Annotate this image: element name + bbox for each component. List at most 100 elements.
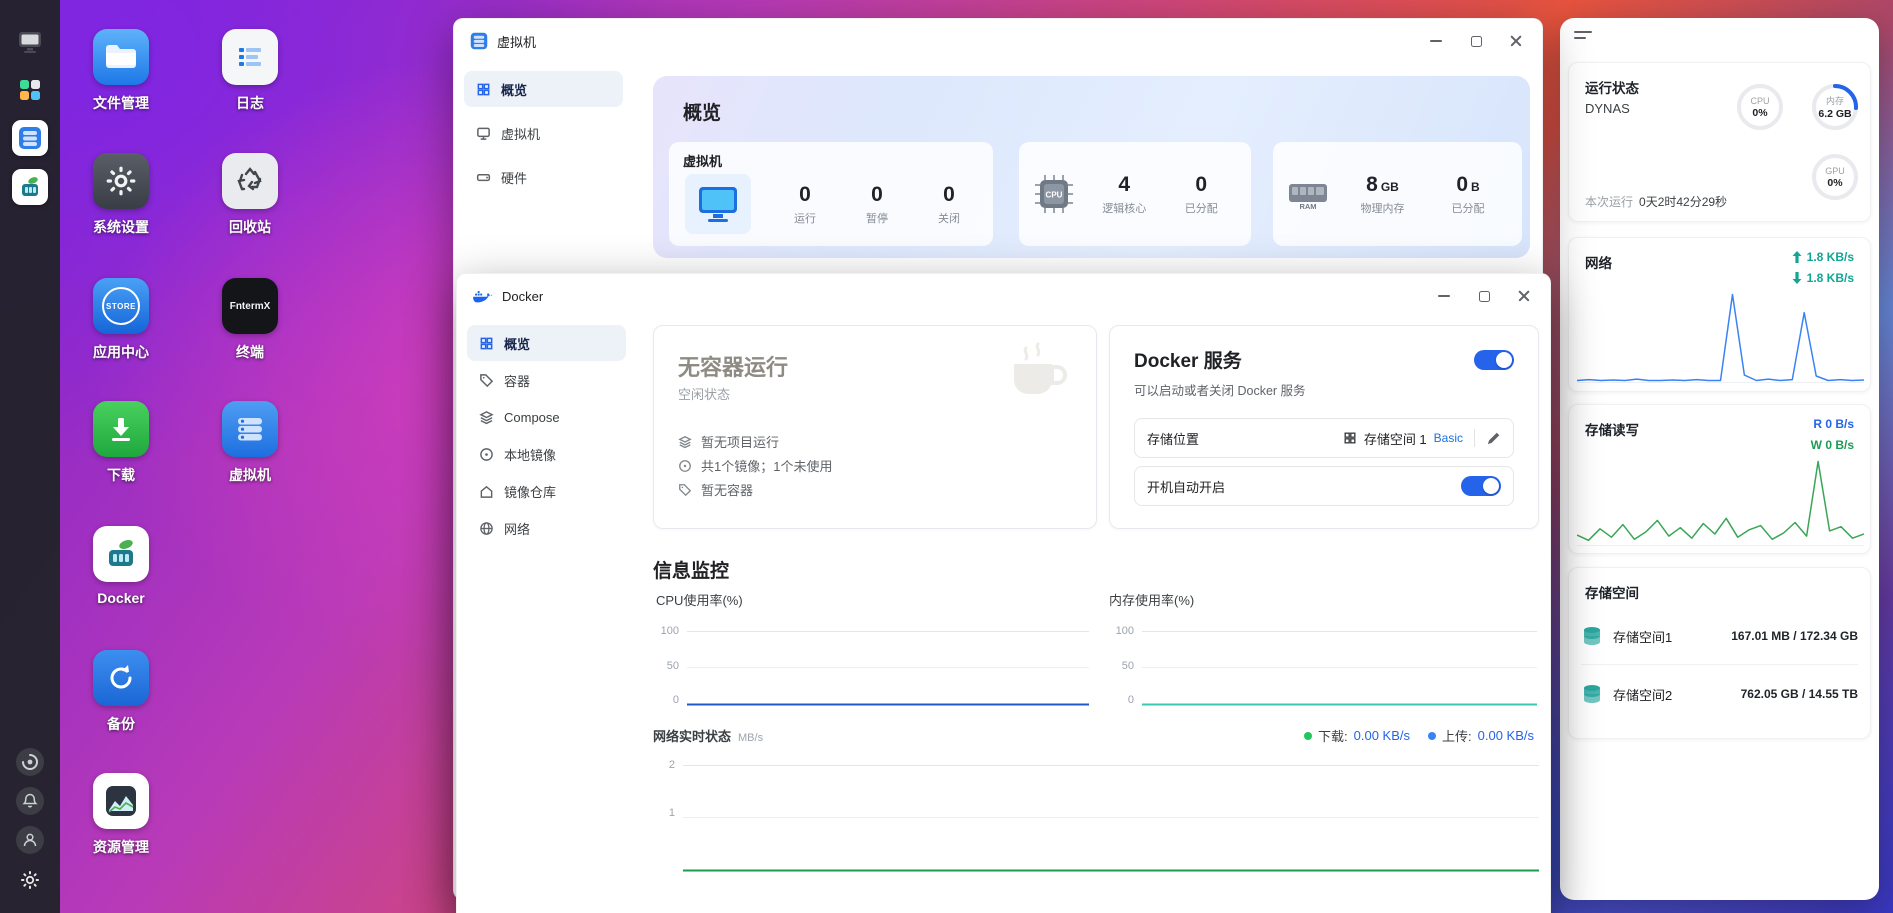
docker-maximize-button[interactable] — [1464, 280, 1504, 312]
panel-menu-icon[interactable] — [1574, 31, 1592, 39]
desktop-icon-terminal[interactable]: FntermX 终端 — [200, 278, 300, 362]
volume-row-1[interactable]: 存储空间1 167.01 MB / 172.34 GB — [1581, 610, 1858, 662]
desktop-icon-logs[interactable]: 日志 — [200, 29, 300, 113]
desktop-icon-backup[interactable]: 备份 — [71, 650, 171, 734]
vm-stat-running: 0 运行 — [794, 183, 816, 226]
mem-tick-100: 100 — [1106, 625, 1134, 637]
disc-icon — [678, 459, 692, 473]
tag-icon — [678, 483, 692, 497]
cpu-chart-title: CPU使用率(%) — [656, 590, 743, 609]
docker-sidebar-item-network[interactable]: 网络 — [467, 510, 626, 546]
uptime-label: 本次运行 — [1585, 193, 1633, 210]
docker-status-item-containers: 暂无容器 — [678, 480, 753, 499]
dock-settings-button[interactable] — [16, 866, 44, 894]
terminal-badge: FntermX — [230, 301, 271, 312]
icon-label: 资源管理 — [93, 837, 149, 857]
monitor-icon — [696, 184, 740, 224]
net-tick-2: 2 — [647, 759, 675, 771]
uptime-value: 0天2时42分29秒 — [1639, 193, 1727, 210]
vm-sidebar-item-vms[interactable]: 虚拟机 — [464, 115, 623, 151]
docker-sidebar-item-containers[interactable]: 容器 — [467, 362, 626, 398]
desktop-icon-recycle-bin[interactable]: 回收站 — [200, 153, 300, 237]
dock-notifications-button[interactable] — [16, 787, 44, 815]
storage-location-badge: Basic — [1434, 431, 1463, 445]
sidebar-label: 容器 — [504, 371, 530, 390]
cpu-stat-cores: 4 逻辑核心 — [1102, 173, 1146, 216]
dock-running-vm-app[interactable] — [12, 120, 48, 156]
gear-icon — [105, 165, 137, 197]
divider — [1474, 429, 1475, 447]
network-card: 网络 1.8 KB/s 1.8 KB/s — [1568, 237, 1871, 392]
docker-status-title: 无容器运行 — [678, 350, 788, 382]
icon-label: 应用中心 — [93, 342, 149, 362]
docker-close-button[interactable] — [1504, 280, 1544, 312]
network-sparkline — [1577, 293, 1864, 383]
autostart-label: 开机自动开启 — [1147, 477, 1225, 496]
docker-sidebar-item-overview[interactable]: 概览 — [467, 325, 626, 361]
vm-maximize-button[interactable] — [1456, 25, 1496, 57]
upload-legend-dot — [1428, 732, 1436, 740]
desktop-icon-file-manager[interactable]: 文件管理 — [71, 29, 171, 113]
docker-window-titlebar[interactable]: Docker — [457, 274, 1550, 318]
ram-chip-icon: RAM — [1287, 176, 1329, 212]
svg-text:RAM: RAM — [1299, 202, 1316, 211]
icon-label: 虚拟机 — [229, 465, 271, 485]
dock-user-button[interactable] — [16, 826, 44, 854]
vm-sidebar-item-hardware[interactable]: 硬件 — [464, 159, 623, 195]
gpu-gauge: GPU 0% — [1809, 151, 1861, 203]
sidebar-label: Compose — [504, 410, 560, 425]
desktop-icon-download[interactable]: 下载 — [71, 401, 171, 485]
dock-running-docker-app[interactable] — [12, 169, 48, 205]
docker-sidebar-item-images[interactable]: 本地镜像 — [467, 436, 626, 472]
volume-name: 存储空间1 — [1613, 627, 1672, 646]
disc-icon — [479, 447, 494, 462]
docker-service-card: Docker 服务 可以启动或者关闭 Docker 服务 存储位置 存储空间 1… — [1109, 325, 1539, 529]
layers-icon — [678, 435, 692, 449]
cpu-stats-card: CPU 4 逻辑核心 0 已分配 — [1019, 142, 1251, 246]
svg-text:CPU: CPU — [1046, 191, 1063, 200]
docker-service-title: Docker 服务 — [1134, 346, 1242, 373]
coffee-cup-icon — [1002, 340, 1074, 404]
docker-service-toggle[interactable] — [1474, 350, 1514, 370]
docker-status-item-projects: 暂无项目运行 — [678, 432, 779, 451]
vm-stats-card-title: 虚拟机 — [683, 151, 722, 170]
dock-resource-swirl-icon[interactable] — [16, 748, 44, 776]
vm-stat-stopped: 0 关闭 — [938, 183, 960, 226]
desktop-icon-app-center[interactable]: STORE 应用中心 — [71, 278, 171, 362]
storage-location-value: 存储空间 1 — [1364, 429, 1427, 448]
docker-sidebar-item-registry[interactable]: 镜像仓库 — [467, 473, 626, 509]
docker-minimize-button[interactable] — [1424, 280, 1464, 312]
net-legend: 下载: 0.00 KB/s 上传: 0.00 KB/s — [1304, 726, 1534, 745]
vm-minimize-button[interactable] — [1416, 25, 1456, 57]
network-upload: 1.8 KB/s — [1792, 250, 1854, 264]
up-arrow-icon — [1792, 251, 1802, 263]
vm-window-icon — [470, 32, 488, 50]
edit-pencil-icon[interactable] — [1486, 431, 1501, 446]
ram-stat-allocated: 0B 已分配 — [1452, 173, 1485, 216]
docker-sidebar-item-compose[interactable]: Compose — [467, 399, 626, 435]
desktop-icon-vm[interactable]: 虚拟机 — [200, 401, 300, 485]
mem-tick-50: 50 — [1106, 660, 1134, 672]
tag-icon — [479, 373, 494, 388]
mem-chart-title: 内存使用率(%) — [1109, 590, 1194, 609]
cpu-tick-50: 50 — [651, 660, 679, 672]
desktop-icon-docker[interactable]: Docker — [71, 526, 171, 606]
vm-overview-heading: 概览 — [683, 98, 721, 125]
dock-show-desktop-icon[interactable] — [12, 24, 48, 60]
storage-write: W 0 B/s — [1811, 438, 1854, 452]
storage-io-sparkline — [1577, 460, 1864, 546]
home-icon — [479, 484, 494, 499]
vm-stack-icon — [233, 412, 267, 446]
vm-close-button[interactable] — [1496, 25, 1536, 57]
system-monitor-panel: 运行状态 DYNAS CPU 0% 内存 6.2 GB — [1560, 18, 1879, 900]
vm-window-titlebar[interactable]: 虚拟机 — [454, 19, 1542, 63]
desktop-icon-settings[interactable]: 系统设置 — [71, 153, 171, 237]
vm-sidebar-item-overview[interactable]: 概览 — [464, 71, 623, 107]
dock-launcher-icon[interactable] — [12, 72, 48, 108]
volume-row-2[interactable]: 存储空间2 762.05 GB / 14.55 TB — [1581, 668, 1858, 720]
store-badge: STORE — [106, 302, 136, 311]
swirl-icon — [21, 753, 39, 771]
autostart-toggle[interactable] — [1461, 476, 1501, 496]
desktop-icon-resource-monitor[interactable]: 资源管理 — [71, 773, 171, 857]
docker-window: Docker 概览 容器 Compose — [456, 273, 1551, 913]
